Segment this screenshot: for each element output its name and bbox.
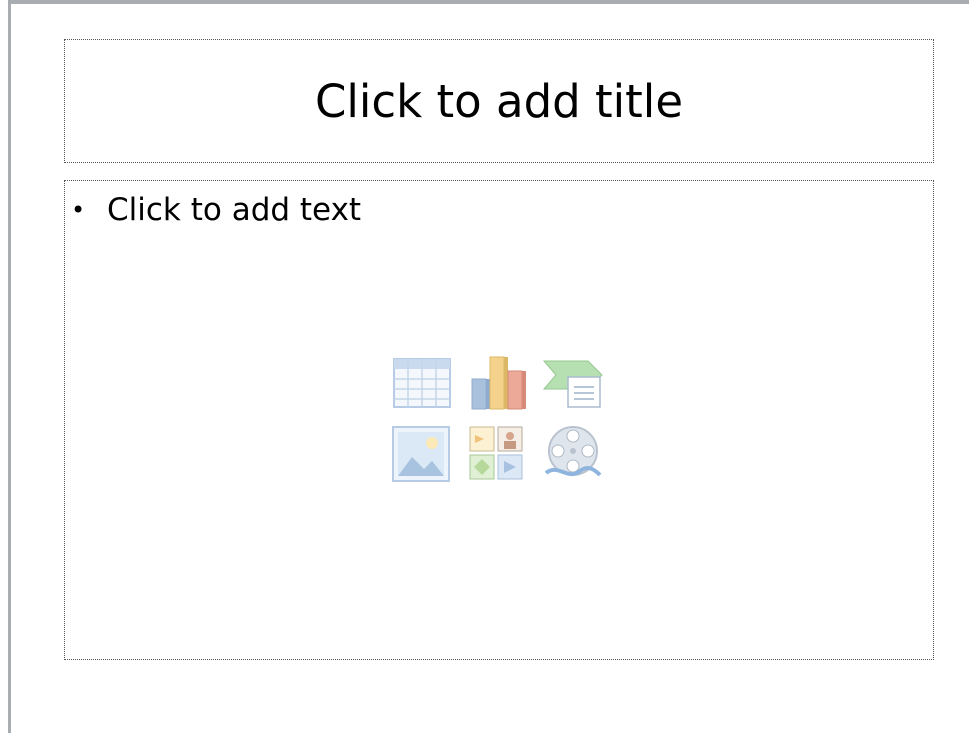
content-placeholder-text: Click to add text — [107, 192, 362, 228]
title-placeholder[interactable]: Click to add title — [64, 39, 934, 163]
slide-canvas: Click to add title • Click to add text — [11, 4, 969, 733]
clip-art-icon[interactable] — [466, 423, 528, 485]
chart-icon[interactable] — [466, 353, 528, 415]
bullet-row: • Click to add text — [71, 191, 361, 229]
picture-icon[interactable] — [390, 423, 452, 485]
content-placeholder[interactable]: • Click to add text — [64, 180, 934, 660]
insert-content-icons — [390, 353, 606, 489]
table-icon[interactable] — [390, 353, 452, 415]
bullet-glyph: • — [71, 196, 86, 224]
title-placeholder-text: Click to add title — [315, 74, 683, 128]
media-clip-icon[interactable] — [542, 423, 604, 485]
smartart-icon[interactable] — [542, 353, 604, 415]
